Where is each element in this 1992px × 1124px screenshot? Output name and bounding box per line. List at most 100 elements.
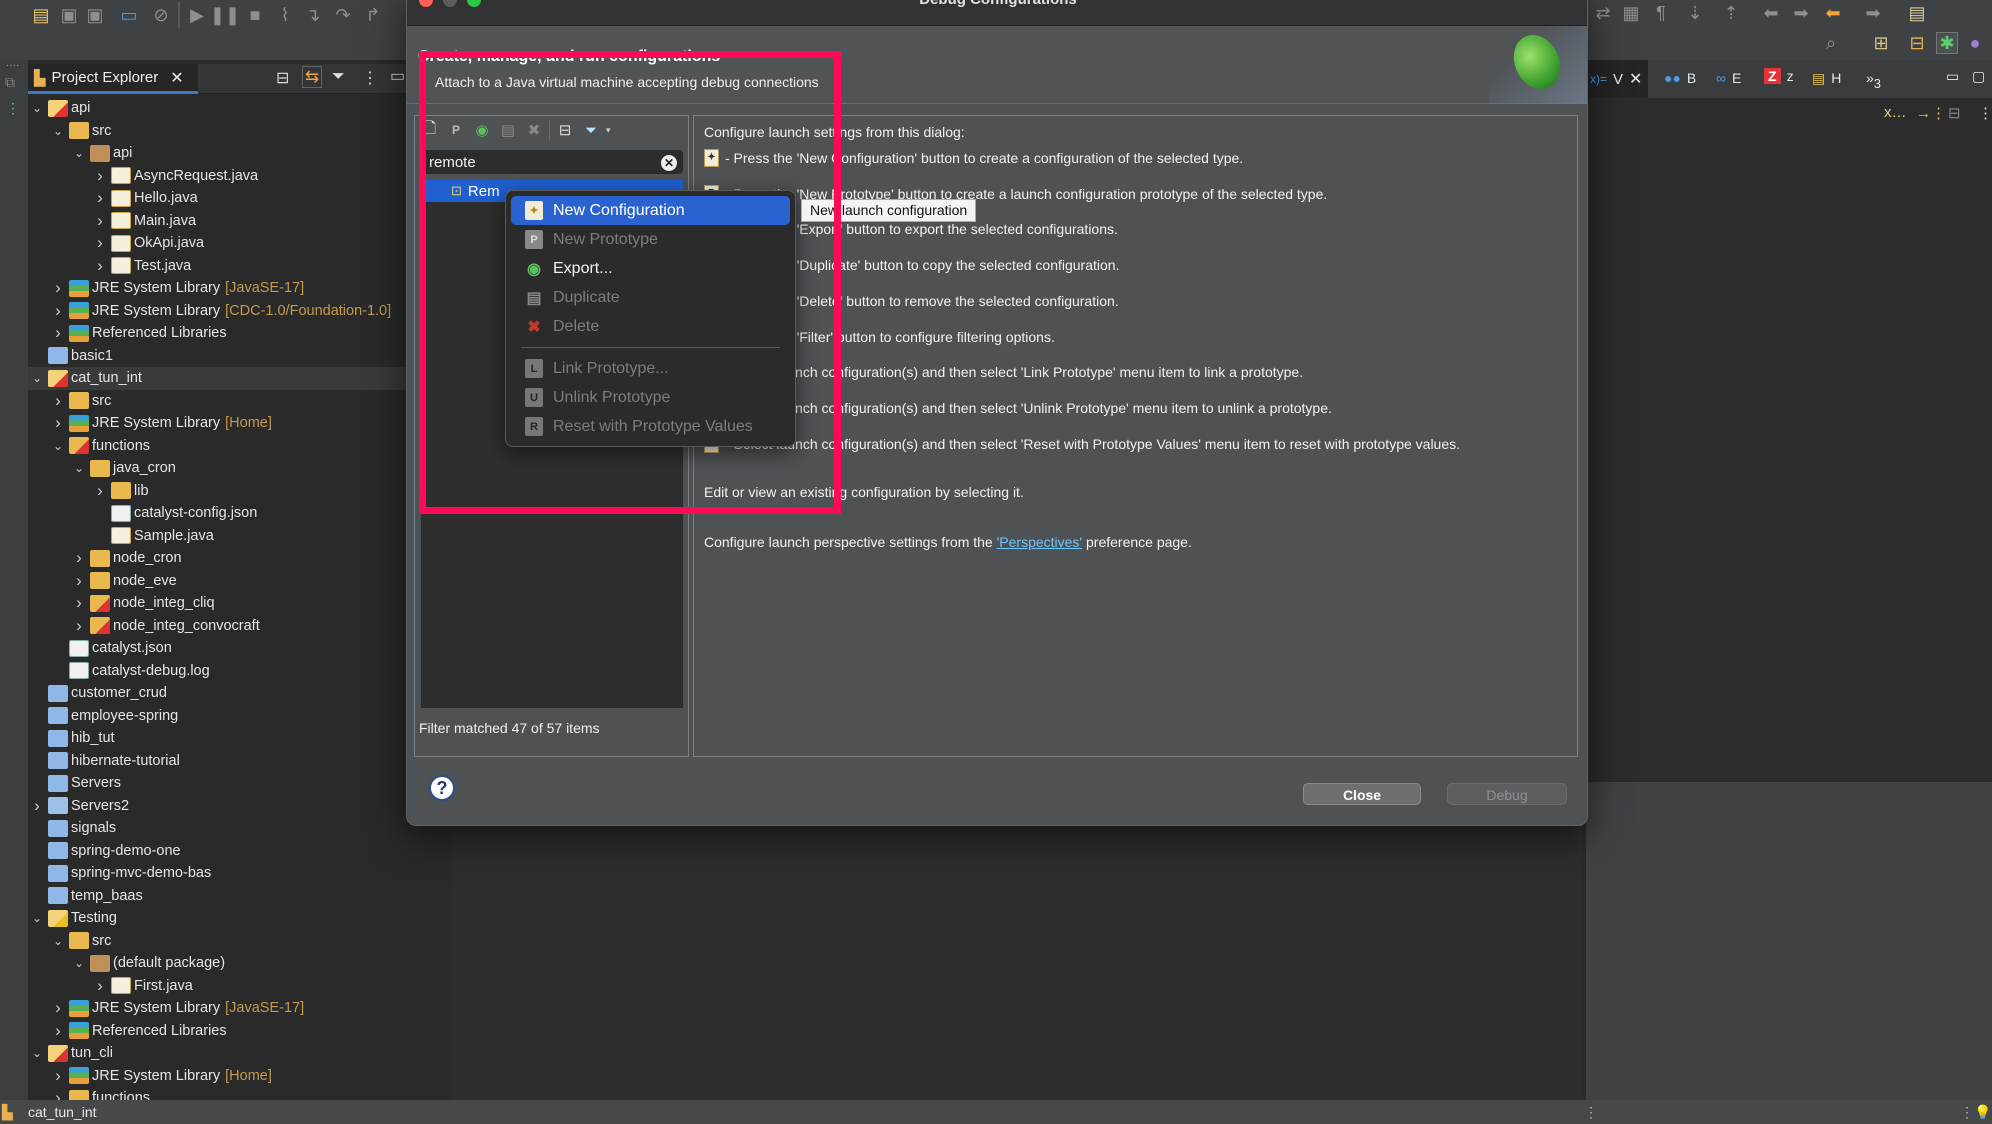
tree-item[interactable]: ⌄ functions: [28, 435, 448, 458]
skip-breakpoints-icon[interactable]: ⊘: [150, 4, 172, 26]
save-icon[interactable]: ▣: [58, 4, 80, 26]
filter-dropdown-icon[interactable]: ▾: [606, 125, 611, 136]
new-config-icon[interactable]: 🗋: [419, 119, 441, 141]
chevron-right-icon[interactable]: ›: [51, 1021, 65, 1041]
close-tab-icon[interactable]: ✕: [170, 68, 183, 88]
drag-handle-icon[interactable]: ⋮: [1584, 1104, 1598, 1121]
minimize-icon[interactable]: ▭: [1946, 68, 1959, 85]
java-perspective-icon[interactable]: ⊟: [1906, 32, 1928, 54]
tree-item[interactable]: ⌄ Testing: [28, 907, 448, 930]
tree-item[interactable]: catalyst.json: [28, 637, 448, 660]
filter-icon[interactable]: ⏷: [332, 68, 345, 86]
chevron-down-icon[interactable]: ⌄: [30, 1046, 44, 1060]
chevron-down-icon[interactable]: ⌄: [30, 371, 44, 385]
tree-item[interactable]: basic1: [28, 345, 448, 368]
tree-item[interactable]: › lib: [28, 480, 448, 503]
terminal-icon[interactable]: ▭: [118, 4, 140, 26]
tree-item[interactable]: spring-demo-one: [28, 840, 448, 863]
restore-icon[interactable]: ⧉: [5, 74, 15, 91]
chevron-right-icon[interactable]: ›: [72, 616, 86, 636]
delete-icon[interactable]: ✖: [523, 119, 545, 141]
menu-item-link-prototype[interactable]: L Link Prototype...: [511, 354, 790, 383]
tree-item[interactable]: › node_integ_convocraft: [28, 615, 448, 638]
show-whitespace-icon[interactable]: ▦: [1620, 2, 1642, 24]
chevron-down-icon[interactable]: ⌄: [72, 956, 86, 970]
chevron-down-icon[interactable]: ⌄: [51, 439, 65, 453]
tree-item[interactable]: › node_integ_cliq: [28, 592, 448, 615]
tree-item[interactable]: › Test.java: [28, 255, 448, 278]
tree-item[interactable]: › JRE System Library [Home]: [28, 412, 448, 435]
chevron-right-icon[interactable]: ›: [93, 481, 107, 501]
tree-item[interactable]: employee-spring: [28, 705, 448, 728]
filter-icon[interactable]: ⏷: [580, 119, 602, 141]
tab-variables[interactable]: x)= V ✕: [1586, 60, 1648, 98]
suspend-icon[interactable]: ❚❚: [210, 4, 240, 26]
collapse-all-icon[interactable]: ⊟: [554, 119, 576, 141]
tree-item[interactable]: temp_baas: [28, 885, 448, 908]
open-task-icon[interactable]: ▤: [1906, 2, 1928, 24]
menu-item-delete[interactable]: ✖ Delete: [511, 312, 790, 341]
chevron-right-icon[interactable]: ›: [93, 976, 107, 996]
tree-item[interactable]: spring-mvc-demo-bas: [28, 862, 448, 885]
tree-item[interactable]: Sample.java: [28, 525, 448, 548]
tree-item[interactable]: › Referenced Libraries: [28, 322, 448, 345]
tree-item[interactable]: › First.java: [28, 975, 448, 998]
drag-handle-icon[interactable]: ⋮: [1960, 1104, 1974, 1121]
tree-item[interactable]: › node_cron: [28, 547, 448, 570]
chevron-down-icon[interactable]: ⌄: [51, 934, 65, 948]
chevron-down-icon[interactable]: ⌄: [72, 146, 86, 160]
tree-item[interactable]: catalyst-debug.log: [28, 660, 448, 683]
tree-item[interactable]: signals: [28, 817, 448, 840]
tree-item[interactable]: › JRE System Library [Home]: [28, 1065, 448, 1088]
step-over-icon[interactable]: ↷: [332, 4, 354, 26]
close-button[interactable]: Close: [1303, 783, 1421, 805]
tree-item[interactable]: ⌄ src: [28, 120, 448, 143]
tree-item[interactable]: › JRE System Library [JavaSE-17]: [28, 997, 448, 1020]
collapse-all-icon[interactable]: ⊟: [276, 68, 289, 88]
tree-item[interactable]: Servers: [28, 772, 448, 795]
tree-item[interactable]: ⌄ api: [28, 142, 448, 165]
tree-item[interactable]: hib_tut: [28, 727, 448, 750]
close-tab-icon[interactable]: ✕: [1629, 69, 1642, 89]
chevron-right-icon[interactable]: ›: [93, 233, 107, 253]
tab-zoho[interactable]: Zz: [1764, 68, 1794, 84]
chevron-right-icon[interactable]: ›: [51, 278, 65, 298]
open-perspective-icon[interactable]: ⊞: [1870, 32, 1892, 54]
new-icon[interactable]: ▤: [30, 4, 52, 26]
menu-item-new-prototype[interactable]: P New Prototype: [511, 225, 790, 254]
tab-history[interactable]: ▤ H: [1812, 70, 1841, 87]
chevron-right-icon[interactable]: ›: [93, 166, 107, 186]
tree-item[interactable]: hibernate-tutorial: [28, 750, 448, 773]
next-annotation-icon[interactable]: ⇣: [1684, 2, 1706, 24]
chevron-right-icon[interactable]: ›: [51, 1066, 65, 1086]
step-into-icon[interactable]: ↴: [302, 4, 324, 26]
tree-item[interactable]: ⌄ tun_cli: [28, 1042, 448, 1065]
terminate-icon[interactable]: ■: [244, 4, 266, 26]
menu-item-reset-with-prototype-values[interactable]: R Reset with Prototype Values: [511, 412, 790, 441]
show-type-names-icon[interactable]: x…: [1884, 104, 1907, 121]
new-prototype-icon[interactable]: P: [445, 119, 467, 141]
chevron-right-icon[interactable]: ›: [30, 796, 44, 816]
tab-expressions[interactable]: ∞ E: [1716, 70, 1741, 86]
back-arrow-icon[interactable]: ⬅: [1822, 2, 1844, 24]
previous-annotation-icon[interactable]: ⇡: [1720, 2, 1742, 24]
chevron-down-icon[interactable]: ⌄: [51, 124, 65, 138]
tree-item[interactable]: › Referenced Libraries: [28, 1020, 448, 1043]
duplicate-icon[interactable]: ▤: [497, 119, 519, 141]
outline-icon[interactable]: ⋮: [6, 100, 20, 117]
menu-item-new-configuration[interactable]: ✦ New Configuration: [511, 196, 790, 225]
menu-item-export[interactable]: ◉ Export...: [511, 254, 790, 283]
chevron-down-icon[interactable]: ⌄: [72, 461, 86, 475]
chevron-down-icon[interactable]: ⌄: [30, 911, 44, 925]
tab-breakpoints[interactable]: ●● B: [1664, 70, 1696, 86]
chevron-right-icon[interactable]: ›: [51, 301, 65, 321]
filter-input[interactable]: [421, 150, 683, 174]
forward-icon[interactable]: ➡: [1790, 2, 1812, 24]
chevron-right-icon[interactable]: ›: [51, 998, 65, 1018]
chevron-right-icon[interactable]: ›: [51, 413, 65, 433]
export-icon[interactable]: ◉: [471, 119, 493, 141]
clear-filter-icon[interactable]: ✕: [661, 155, 677, 171]
close-window-button[interactable]: [419, 0, 433, 7]
menu-item-duplicate[interactable]: ▤ Duplicate: [511, 283, 790, 312]
back-icon[interactable]: ⬅: [1760, 2, 1782, 24]
